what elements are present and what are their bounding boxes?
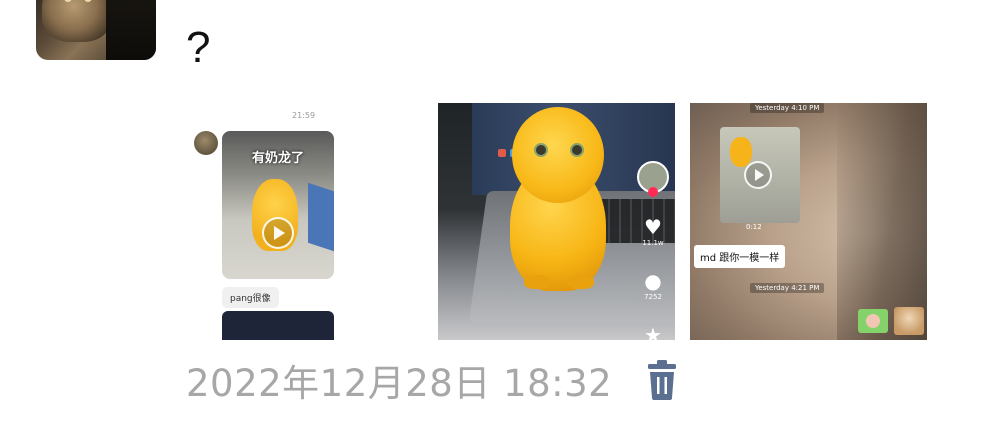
post-meta: 2022年12月28日 18:32 (186, 356, 678, 405)
chat-video-preview (720, 127, 800, 223)
avatar[interactable] (36, 0, 156, 60)
heart-icon: ♥ (644, 215, 662, 239)
duck-foot (524, 275, 550, 289)
trash-icon[interactable] (646, 360, 678, 400)
chat-avatar (894, 307, 924, 335)
video-duration: 0:12 (746, 223, 762, 231)
post-text: ? (186, 23, 211, 72)
comment-count: 7252 (644, 293, 662, 301)
duck-foot (568, 275, 594, 289)
sticker-face (866, 314, 880, 328)
cat-image (42, 0, 112, 42)
play-icon (262, 217, 294, 249)
star-icon: ★ (644, 323, 662, 340)
photo-thumbnail-3[interactable]: Yesterday 4:10 PM 0:12 md 跟你一模一样 Yesterd… (690, 103, 927, 340)
comment-icon: ● (644, 269, 662, 293)
photo-thumbnail-1[interactable]: 21:59 有奶龙了 pang很像 (186, 103, 423, 340)
avatar-shadow (106, 0, 156, 60)
chat-video-preview: 有奶龙了 (222, 131, 334, 279)
chat-bubble: pang很像 (222, 287, 279, 308)
chat-bubble: md 跟你一模一样 (694, 245, 786, 268)
chat-image-preview (222, 311, 334, 340)
book-image (308, 182, 334, 252)
duck-eye (570, 143, 584, 157)
duck-figure-head (512, 107, 604, 203)
video-side-actions: ♥ 11.1w ● 7252 ★ 4126 (637, 161, 669, 340)
play-icon (744, 161, 772, 189)
chat-stamp-top: Yesterday 4:10 PM (750, 103, 825, 113)
chat-avatar (194, 131, 218, 155)
post-timestamp: 2022年12月28日 18:32 (186, 362, 613, 405)
creator-avatar (637, 161, 669, 197)
like-count: 11.1w (642, 239, 664, 247)
chat-time: 21:59 (292, 111, 316, 120)
video-caption: 有奶龙了 (251, 151, 304, 166)
hair-image (837, 103, 927, 340)
chat-stamp-bottom: Yesterday 4:21 PM (750, 283, 825, 293)
duck-figure-image (730, 137, 752, 167)
duck-eye (534, 143, 548, 157)
sticker-bubble (858, 309, 888, 333)
moment-post: ? 21:59 有奶龙了 pang很像 ♥ 11.1w ● 7252 ★ Yes… (0, 0, 995, 423)
photo-thumbnail-2[interactable]: ♥ 11.1w ● 7252 ★ 4126 (438, 103, 675, 340)
